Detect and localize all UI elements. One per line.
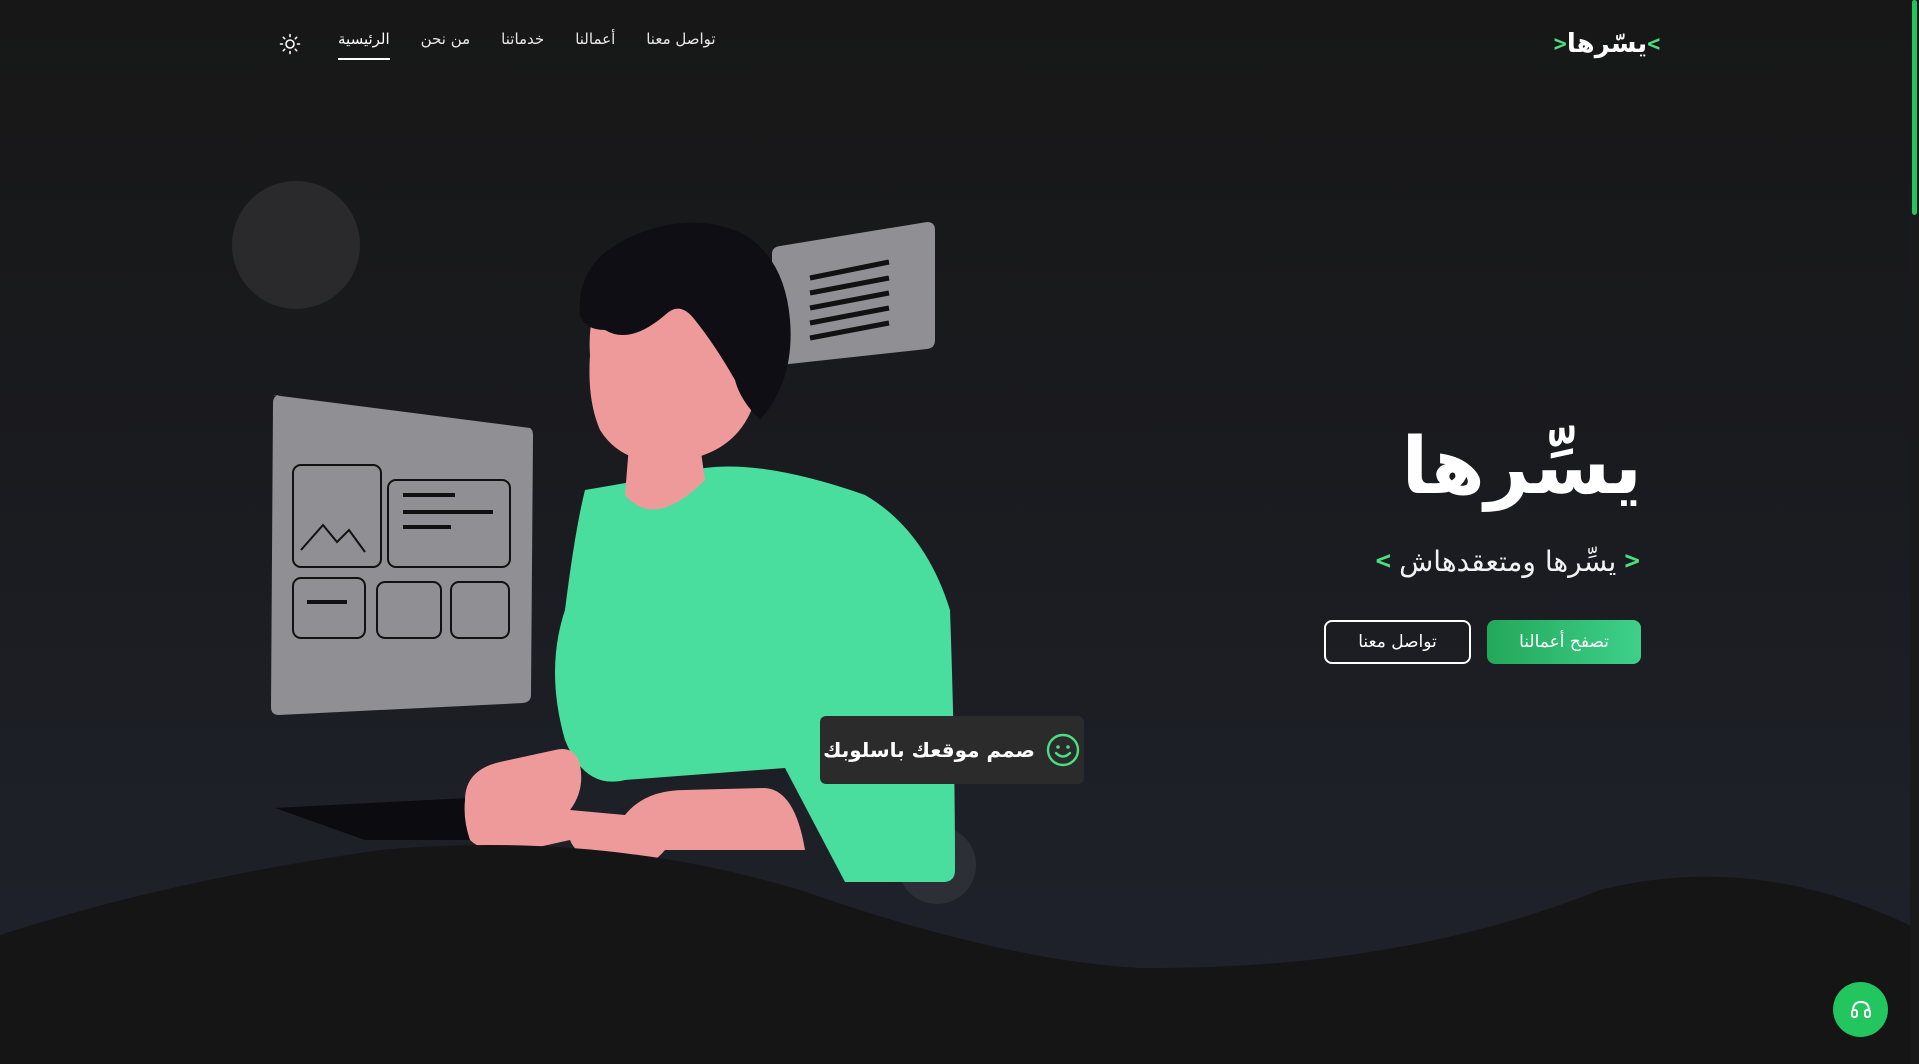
top-navigation: > يسّرها < الرئيسية من نحن خدماتنا أعمال… bbox=[0, 0, 1919, 90]
design-badge: صمم موقعك باسلوبك bbox=[820, 716, 1084, 784]
chevron-left-icon: < bbox=[1375, 546, 1392, 576]
badge-text: صمم موقعك باسلوبك bbox=[823, 738, 1035, 762]
document-panel bbox=[772, 222, 935, 366]
logo-bracket-left: < bbox=[1553, 31, 1567, 57]
logo-bracket-right: > bbox=[1647, 31, 1661, 57]
smile-icon bbox=[1046, 733, 1080, 767]
scrollbar-thumb[interactable] bbox=[1912, 0, 1917, 215]
nav-item-about[interactable]: من نحن bbox=[421, 30, 471, 60]
nav-item-services[interactable]: خدماتنا bbox=[501, 30, 544, 60]
hero-title: يسِّرها bbox=[1401, 422, 1642, 512]
support-button[interactable] bbox=[1833, 982, 1888, 1037]
landing-page: > يسّرها < الرئيسية من نحن خدماتنا أعمال… bbox=[0, 0, 1919, 1064]
nav-item-home[interactable]: الرئيسية bbox=[338, 30, 390, 60]
wireframe-panel bbox=[271, 394, 533, 715]
hero-subtitle-text: يسِّرها ومتعقدهاش bbox=[1399, 544, 1617, 578]
site-logo[interactable]: > يسّرها < bbox=[1554, 26, 1661, 62]
sun-icon[interactable] bbox=[279, 33, 301, 55]
decorative-circle bbox=[232, 181, 360, 309]
hero-subtitle: < يسِّرها ومتعقدهاش > bbox=[1340, 540, 1640, 582]
nav-item-works[interactable]: أعمالنا bbox=[575, 30, 615, 60]
logo-text: يسّرها bbox=[1566, 29, 1648, 59]
contact-us-button[interactable]: تواصل معنا bbox=[1324, 620, 1471, 664]
nav-item-contact[interactable]: تواصل معنا bbox=[646, 30, 715, 60]
browse-works-button[interactable]: تصفح أعمالنا bbox=[1487, 620, 1641, 664]
chevron-right-icon: > bbox=[1624, 546, 1640, 576]
hero-illustration bbox=[232, 181, 976, 904]
headset-icon bbox=[1850, 1000, 1871, 1018]
nav-links: الرئيسية من نحن خدماتنا أعمالنا تواصل مع… bbox=[338, 30, 716, 60]
bottom-wave bbox=[0, 845, 1919, 1064]
